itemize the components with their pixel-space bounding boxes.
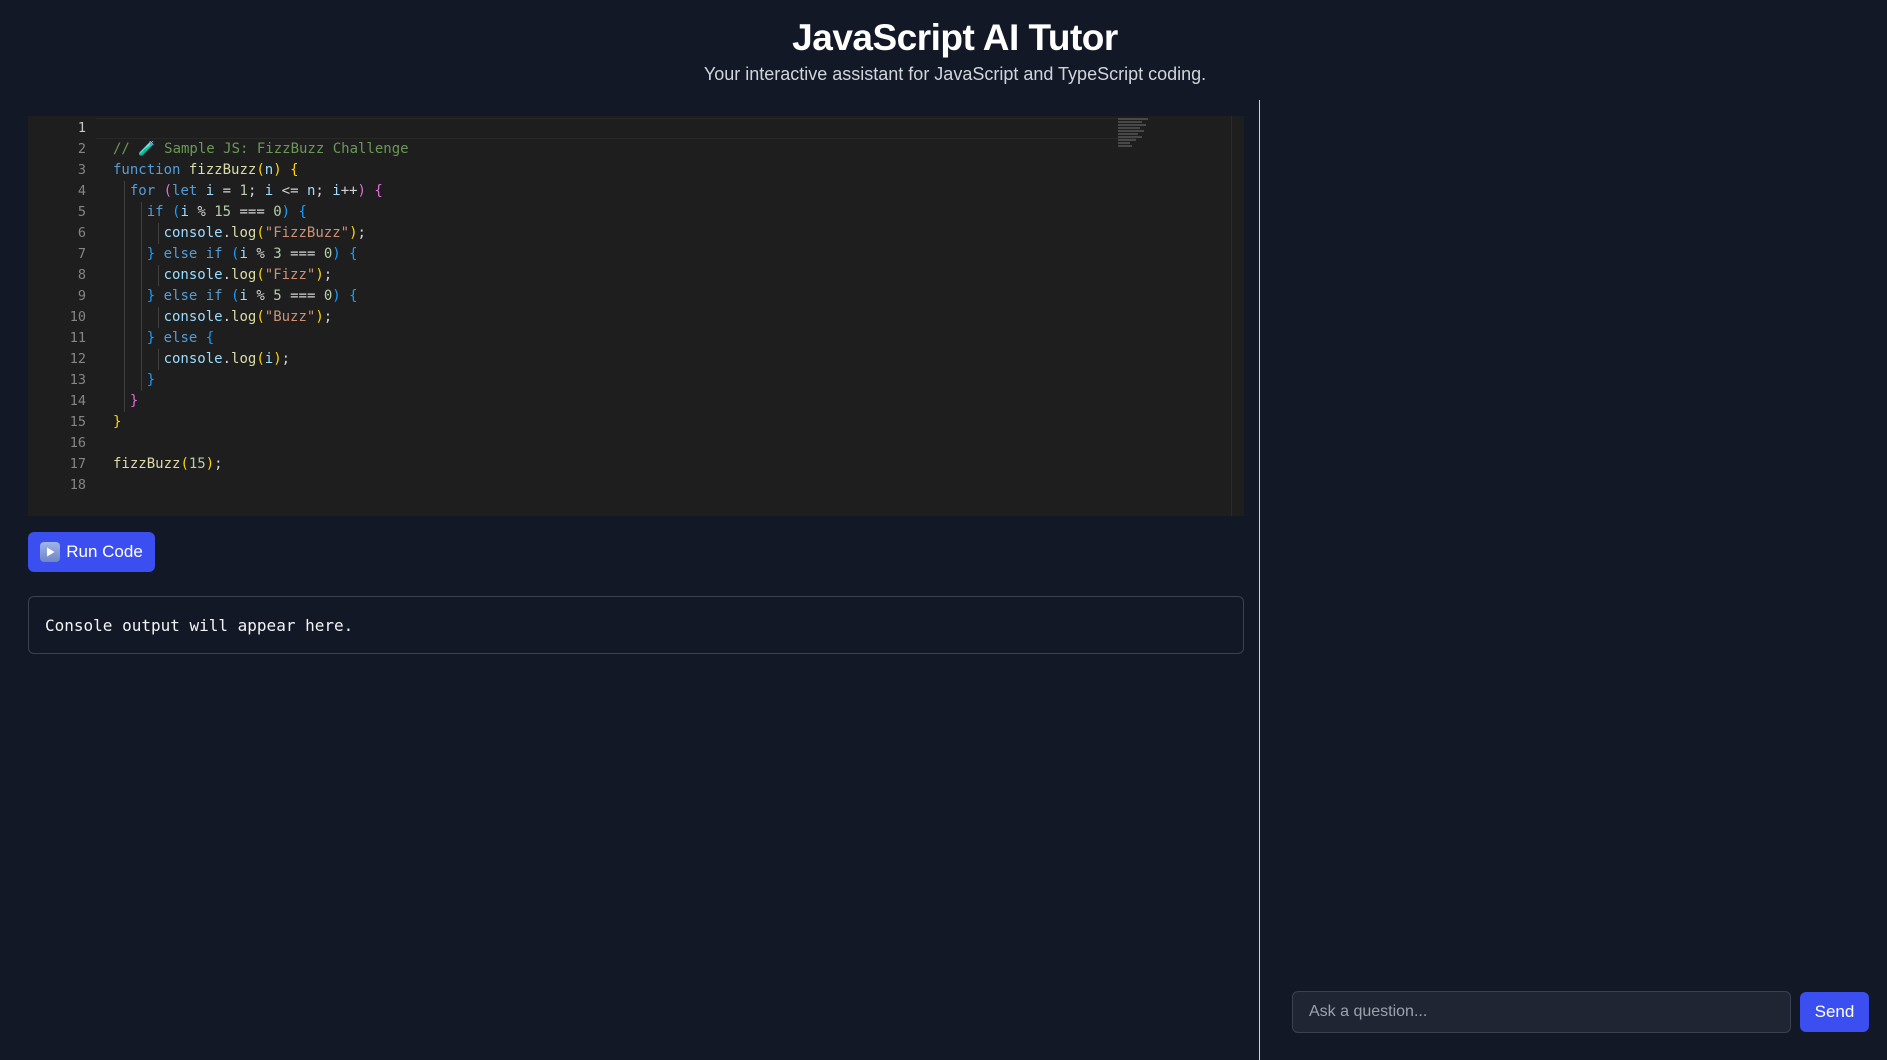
line-number: 1 [77, 120, 86, 136]
line-number: 17 [69, 456, 86, 472]
code-line[interactable]: console.log(i); [96, 349, 1244, 370]
line-number: 11 [69, 330, 86, 346]
chat-panel: Send [1260, 100, 1887, 1060]
run-code-label: Run Code [66, 542, 143, 561]
console-output: Console output will appear here. [28, 596, 1244, 654]
code-line[interactable]: // 🧪 Sample JS: FizzBuzz Challenge [96, 139, 1244, 160]
line-number: 14 [69, 393, 86, 409]
send-button[interactable]: Send [1800, 992, 1869, 1032]
code-line[interactable]: console.log("FizzBuzz"); [96, 223, 1244, 244]
editor-minimap[interactable] [1118, 118, 1178, 158]
code-line[interactable]: } else if (i % 5 === 0) { [96, 286, 1244, 307]
line-number: 2 [77, 141, 86, 157]
code-line[interactable]: } [96, 391, 1244, 412]
code-line[interactable]: fizzBuzz(15); [96, 454, 1244, 475]
line-number: 5 [77, 204, 86, 220]
code-line[interactable]: function fizzBuzz(n) { [96, 160, 1244, 181]
line-number: 12 [69, 351, 86, 367]
editor-scrollbar[interactable] [1231, 116, 1232, 516]
line-number: 13 [69, 372, 86, 388]
code-line[interactable]: } else { [96, 328, 1244, 349]
line-number: 15 [69, 414, 86, 430]
code-line[interactable] [96, 433, 1244, 454]
line-number: 18 [69, 477, 86, 493]
code-line[interactable]: if (i % 15 === 0) { [96, 202, 1244, 223]
line-number-gutter: 1 2 3 4 5 6 7 8 9 10 11 12 13 14 15 16 17 18 [28, 116, 96, 516]
line-number: 8 [77, 267, 86, 283]
line-number: 3 [77, 162, 86, 178]
run-code-button[interactable]: Run Code [28, 532, 155, 572]
code-line[interactable]: console.log("Fizz"); [96, 265, 1244, 286]
code-editor[interactable]: 1 2 3 4 5 6 7 8 9 10 11 12 13 14 15 16 17 18 // 🧪 Sample … [28, 116, 1244, 516]
code-line[interactable]: } [96, 370, 1244, 391]
code-line[interactable]: for (let i = 1; i <= n; i++) { [96, 181, 1244, 202]
page-subtitle: Your interactive assistant for JavaScrip… [703, 64, 1207, 84]
code-line[interactable]: } else if (i % 3 === 0) { [96, 244, 1244, 265]
code-area[interactable]: // 🧪 Sample JS: FizzBuzz Challenge funct… [96, 116, 1244, 516]
code-comment: // 🧪 Sample JS: FizzBuzz Challenge [113, 141, 409, 157]
code-line[interactable]: console.log("Buzz"); [96, 307, 1244, 328]
line-number: 7 [77, 246, 86, 262]
code-line[interactable] [96, 475, 1244, 496]
line-number: 9 [77, 288, 86, 304]
line-number: 4 [77, 183, 86, 199]
page-title: JavaScript AI Tutor [792, 17, 1118, 58]
code-line[interactable]: } [96, 412, 1244, 433]
code-panel: 1 2 3 4 5 6 7 8 9 10 11 12 13 14 15 16 17 18 // 🧪 Sample … [28, 116, 1244, 1060]
line-number: 6 [77, 225, 86, 241]
line-number: 16 [69, 435, 86, 451]
play-icon [40, 542, 61, 562]
console-output-text: Console output will appear here. [45, 615, 354, 635]
code-line[interactable] [96, 118, 1244, 139]
chat-question-input[interactable] [1292, 991, 1791, 1033]
line-number: 10 [69, 309, 86, 325]
app-header: JavaScript AI Tutor Your interactive ass… [0, 16, 1887, 85]
